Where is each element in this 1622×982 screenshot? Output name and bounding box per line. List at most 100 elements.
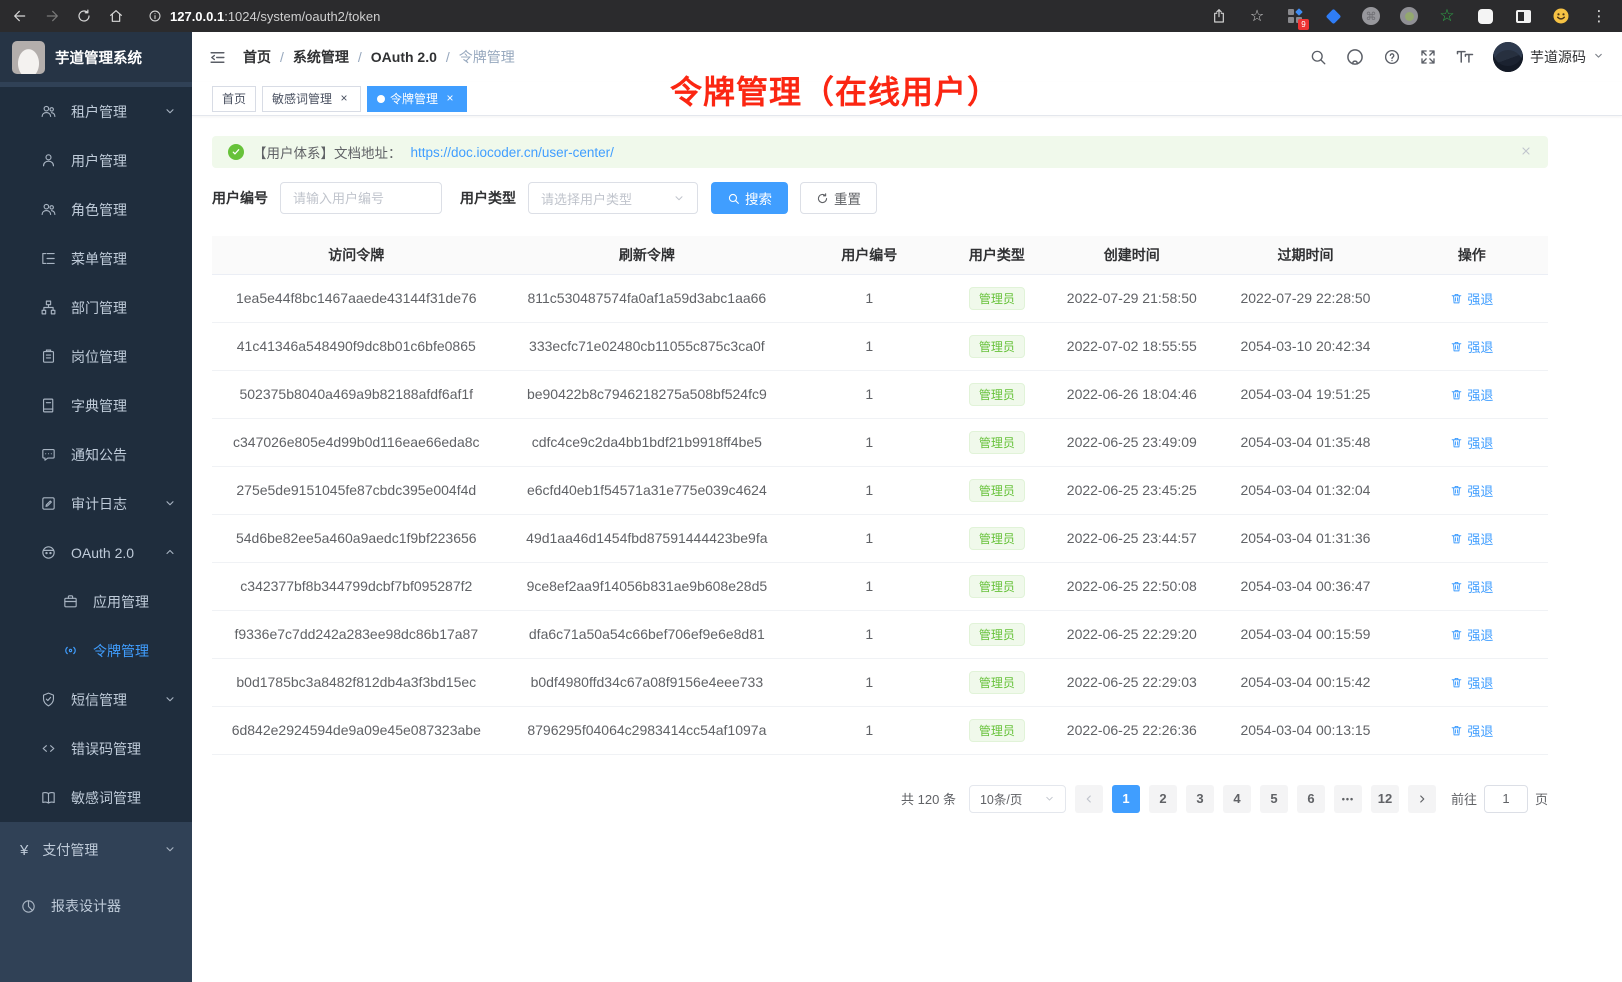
sidebar-item-部门管理[interactable]: 部门管理 <box>0 283 192 332</box>
more-pages-button[interactable]: ••• <box>1334 785 1362 813</box>
force-logout-button[interactable]: 强退 <box>1450 673 1493 692</box>
page-size-select[interactable]: 10条/页 <box>969 785 1066 813</box>
app-title: 芋道管理系统 <box>55 47 142 68</box>
browser-menu-icon[interactable]: ⋮ <box>1588 5 1610 27</box>
sidebar-item-租户管理[interactable]: 租户管理 <box>0 87 192 136</box>
emoji-extension-icon[interactable] <box>1550 5 1572 27</box>
sidebar-item-报表设计器[interactable]: 报表设计器 <box>0 878 192 934</box>
command-extension-icon[interactable]: ⌘ <box>1360 5 1382 27</box>
sidebar-item-用户管理[interactable]: 用户管理 <box>0 136 192 185</box>
refresh-token-cell: 9ce8ef2aa9f14056b831ae9b608e28d5 <box>501 562 794 610</box>
sidebar: 芋道管理系统 租户管理用户管理角色管理菜单管理部门管理岗位管理字典管理通知公告审… <box>0 32 192 982</box>
force-logout-button[interactable]: 强退 <box>1450 385 1493 404</box>
refresh-token-cell: be90422b8c7946218275a508bf524fc9 <box>501 370 794 418</box>
user-menu[interactable]: 芋道源码 <box>1493 42 1604 72</box>
prev-page-button[interactable] <box>1075 785 1103 813</box>
sidebar-item-错误码管理[interactable]: 错误码管理 <box>0 724 192 773</box>
force-logout-button[interactable]: 强退 <box>1450 433 1493 452</box>
share-icon[interactable] <box>1208 5 1230 27</box>
force-logout-button[interactable]: 强退 <box>1450 529 1493 548</box>
record-extension-icon[interactable] <box>1398 5 1420 27</box>
breadcrumb-首页[interactable]: 首页 <box>243 47 271 67</box>
page-button-12[interactable]: 12 <box>1371 785 1399 813</box>
tab-首页[interactable]: 首页 <box>212 86 256 112</box>
side-panel-icon[interactable] <box>1512 5 1534 27</box>
sidebar-item-字典管理[interactable]: 字典管理 <box>0 381 192 430</box>
breadcrumb-系统管理[interactable]: 系统管理 <box>293 47 349 67</box>
top-navbar: 首页/系统管理/OAuth 2.0/令牌管理 芋道源码 <box>192 32 1622 82</box>
refresh-token-cell: 8796295f04064c2983414cc54af1097a <box>501 706 794 754</box>
site-info-icon[interactable] <box>148 9 162 23</box>
force-logout-button[interactable]: 强退 <box>1450 289 1493 308</box>
user-type-cell: 管理员 <box>945 370 1048 418</box>
star-extension-icon[interactable]: ☆ <box>1436 5 1458 27</box>
user-type-cell: 管理员 <box>945 562 1048 610</box>
column-header-操作: 操作 <box>1396 236 1548 274</box>
font-size-icon[interactable] <box>1455 47 1475 67</box>
browser-back-icon[interactable] <box>12 8 28 24</box>
address-bar[interactable]: 127.0.0.1:1024/system/oauth2/token <box>148 9 1192 24</box>
search-button[interactable]: 搜索 <box>711 182 788 214</box>
help-icon[interactable] <box>1383 48 1401 66</box>
sidebar-item-令牌管理[interactable]: 令牌管理 <box>0 626 192 675</box>
page-button-5[interactable]: 5 <box>1260 785 1288 813</box>
sidebar-item-支付管理[interactable]: ¥支付管理 <box>0 822 192 878</box>
user-id-cell: 1 <box>793 658 945 706</box>
page-button-1[interactable]: 1 <box>1112 785 1140 813</box>
sidebar-item-菜单管理[interactable]: 菜单管理 <box>0 234 192 283</box>
tab-敏感词管理[interactable]: 敏感词管理× <box>262 86 361 112</box>
force-logout-button[interactable]: 强退 <box>1450 721 1493 740</box>
sidebar-item-敏感词管理[interactable]: 敏感词管理 <box>0 773 192 822</box>
next-page-button[interactable] <box>1408 785 1436 813</box>
search-icon[interactable] <box>1309 48 1327 66</box>
sidebar-item-审计日志[interactable]: 审计日志 <box>0 479 192 528</box>
browser-forward-icon[interactable] <box>44 8 60 24</box>
sidebar-menu: 租户管理用户管理角色管理菜单管理部门管理岗位管理字典管理通知公告审计日志OAut… <box>0 82 192 982</box>
force-logout-button[interactable]: 强退 <box>1450 481 1493 500</box>
sidebar-item-通知公告[interactable]: 通知公告 <box>0 430 192 479</box>
browser-home-icon[interactable] <box>108 8 124 24</box>
force-logout-button[interactable]: 强退 <box>1450 337 1493 356</box>
puzzle-extension-icon[interactable] <box>1474 5 1496 27</box>
logo-avatar <box>12 41 45 74</box>
hamburger-icon[interactable] <box>208 48 227 67</box>
expire-time-cell: 2022-07-29 22:28:50 <box>1215 274 1395 322</box>
access-token-cell: 6d842e2924594de9a09e45e087323abe <box>212 706 501 754</box>
chevron-up-icon <box>164 545 176 561</box>
user-id-input[interactable] <box>280 182 442 214</box>
force-logout-button[interactable]: 强退 <box>1450 625 1493 644</box>
search-form: 用户编号 用户类型 请选择用户类型 搜索 重置 <box>212 182 1548 214</box>
doc-link[interactable]: https://doc.iocoder.cn/user-center/ <box>411 145 614 160</box>
user-type-select[interactable]: 请选择用户类型 <box>528 182 698 214</box>
user-type-cell: 管理员 <box>945 466 1048 514</box>
sidebar-item-OAuth 2.0[interactable]: OAuth 2.0 <box>0 528 192 577</box>
sidebar-item-角色管理[interactable]: 角色管理 <box>0 185 192 234</box>
force-logout-button[interactable]: 强退 <box>1450 577 1493 596</box>
goto-page-input[interactable] <box>1484 785 1528 813</box>
sidebar-item-短信管理[interactable]: 短信管理 <box>0 675 192 724</box>
page-button-4[interactable]: 4 <box>1223 785 1251 813</box>
extensions-grid-icon[interactable]: 9 <box>1284 5 1306 27</box>
github-icon[interactable] <box>1345 47 1365 67</box>
table-row: 41c41346a548490f9dc8b01c6bfe0865333ecfc7… <box>212 322 1548 370</box>
page-content: 【用户体系】文档地址： https://doc.iocoder.cn/user-… <box>192 116 1622 813</box>
alert-close-icon[interactable] <box>1520 145 1532 160</box>
gem-extension-icon[interactable] <box>1322 5 1344 27</box>
bookmark-star-icon[interactable]: ☆ <box>1246 5 1268 27</box>
page-button-6[interactable]: 6 <box>1297 785 1325 813</box>
tab-令牌管理[interactable]: 令牌管理× <box>367 86 467 112</box>
page-button-2[interactable]: 2 <box>1149 785 1177 813</box>
sidebar-item-应用管理[interactable]: 应用管理 <box>0 577 192 626</box>
tab-close-icon[interactable]: × <box>443 92 457 106</box>
breadcrumb-separator: / <box>446 49 450 65</box>
tab-close-icon[interactable]: × <box>337 92 351 106</box>
reset-button[interactable]: 重置 <box>800 182 877 214</box>
table-row: f9336e7c7dd242a283ee98dc86b17a87dfa6c71a… <box>212 610 1548 658</box>
browser-refresh-icon[interactable] <box>76 8 92 24</box>
fullscreen-icon[interactable] <box>1419 48 1437 66</box>
sidebar-item-岗位管理[interactable]: 岗位管理 <box>0 332 192 381</box>
app-logo[interactable]: 芋道管理系统 <box>0 32 192 82</box>
browser-toolbar: 127.0.0.1:1024/system/oauth2/token ☆ 9 ⌘… <box>0 0 1622 32</box>
breadcrumb-OAuth 2.0[interactable]: OAuth 2.0 <box>371 49 437 65</box>
page-button-3[interactable]: 3 <box>1186 785 1214 813</box>
